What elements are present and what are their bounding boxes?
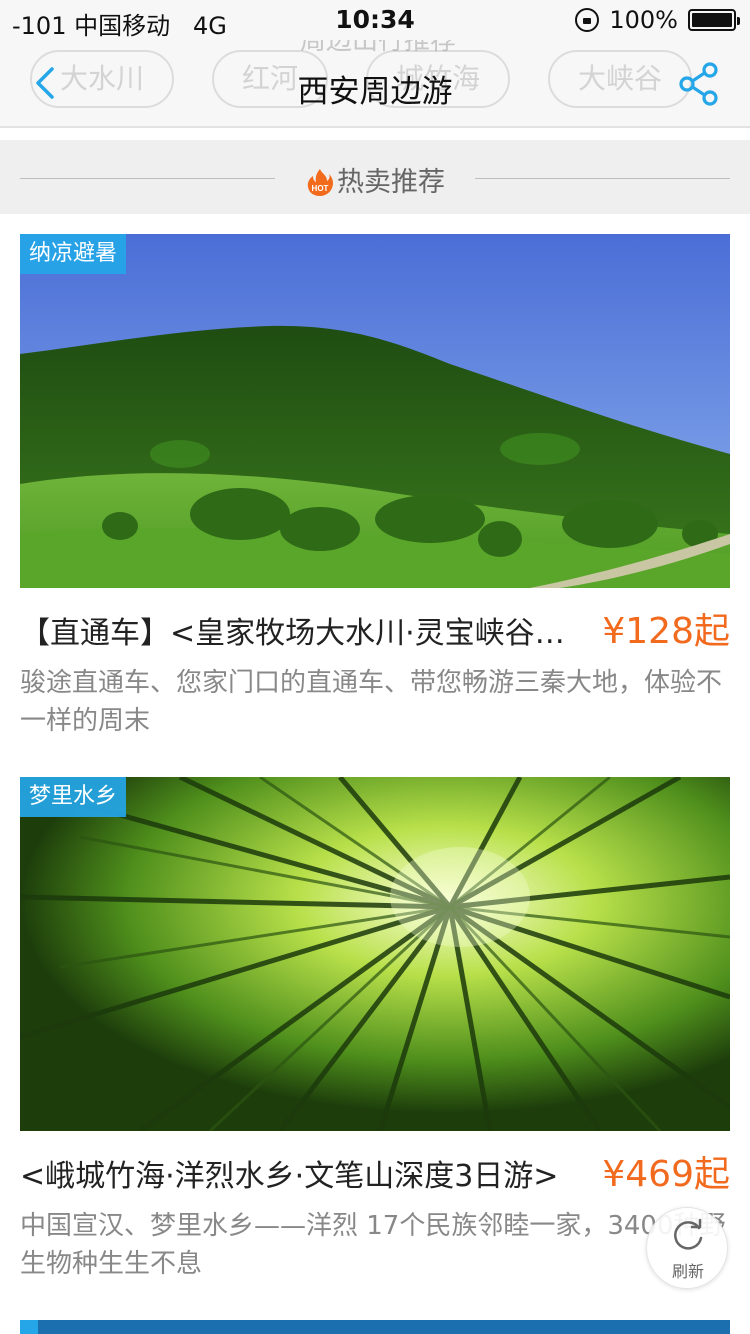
- product-card[interactable]: 纳凉避暑 【直通车】<皇家牧场大水川·灵宝峡谷一日游> ¥128起 骏途直通车、…: [20, 234, 730, 740]
- product-description: 中国宣汉、梦里水乡——洋烈 17个民族邻睦一家，3400种野生物种生生不息: [20, 1211, 726, 1279]
- refresh-label: 刷新: [671, 1262, 704, 1281]
- card-title-row: <峨城竹海·洋烈水乡·文笔山深度3日游> ¥469起: [20, 1131, 730, 1207]
- section-header-hot: HOT 热卖推荐: [0, 140, 750, 214]
- card-title-row: 【直通车】<皇家牧场大水川·灵宝峡谷一日游> ¥128起: [20, 588, 730, 664]
- product-title[interactable]: 【直通车】<皇家牧场大水川·灵宝峡谷一日游>: [20, 608, 580, 652]
- hot-flame-icon: HOT: [307, 168, 333, 196]
- grassland-hill-image: [20, 234, 730, 588]
- share-icon[interactable]: [678, 62, 720, 106]
- category-tag: 梦里水乡: [20, 777, 127, 817]
- category-tag: [20, 1320, 38, 1334]
- hot-badge-text: HOT: [312, 184, 329, 193]
- battery-icon: [688, 9, 740, 31]
- status-bar: -101 中国移动 4G 10:34 100%: [0, 0, 750, 40]
- product-price: ¥469起: [602, 1154, 730, 1195]
- rotation-lock-icon: [575, 8, 600, 32]
- refresh-button[interactable]: 刷新: [646, 1207, 728, 1289]
- category-tag: 纳凉避暑: [20, 234, 127, 274]
- status-right: 100%: [575, 6, 740, 34]
- battery-percent: 100%: [609, 6, 678, 34]
- section-title: HOT 热卖推荐: [0, 160, 750, 199]
- product-price: ¥128起: [602, 611, 730, 652]
- product-description: 骏途直通车、您家门口的直通车、带您畅游三秦大地，体验不一样的周末: [20, 668, 723, 736]
- navigation-bar: 周边出行推荐 大水川 红河 城竹海 大峡谷 西安周边游: [0, 40, 750, 128]
- product-title[interactable]: <峨城竹海·洋烈水乡·文笔山深度3日游>: [20, 1151, 580, 1195]
- section-title-text: 热卖推荐: [337, 167, 445, 198]
- next-product-card[interactable]: [20, 1320, 730, 1334]
- product-image-grassland[interactable]: 纳凉避暑: [20, 234, 730, 588]
- product-card[interactable]: 梦里水乡 <峨城竹海·洋烈水乡·文笔山深度3日游> ¥469起 中国宣汉、梦里水…: [20, 777, 730, 1283]
- bamboo-forest-image: [20, 777, 730, 1131]
- refresh-icon: [674, 1218, 703, 1250]
- product-image-bamboo[interactable]: 梦里水乡: [20, 777, 730, 1131]
- page-title: 西安周边游: [297, 74, 453, 110]
